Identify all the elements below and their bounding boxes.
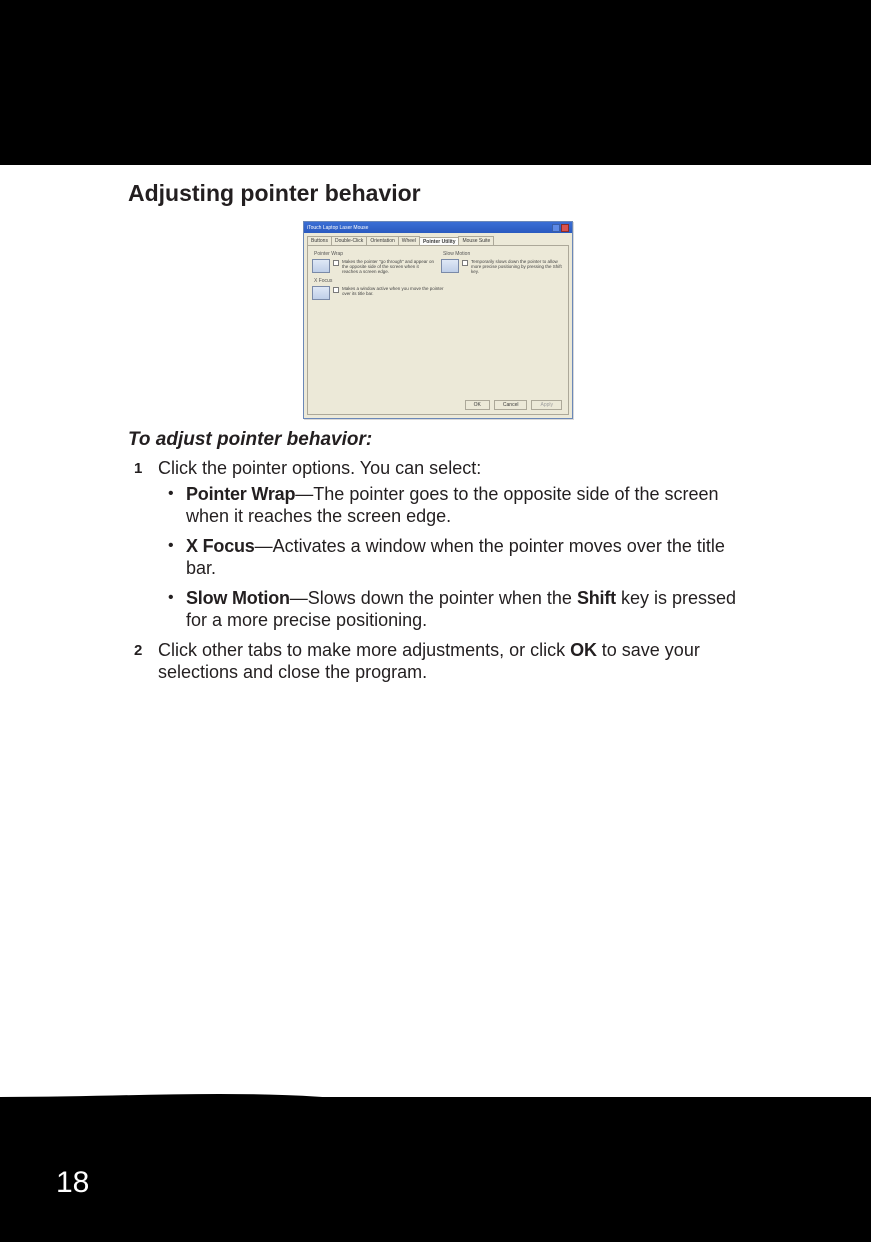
page-content: Adjusting pointer behavior iTouch Laptop…: [128, 180, 748, 691]
pointer-wrap-desc: Makes the pointer "go through" and appea…: [342, 259, 435, 274]
bullet-slow-motion: Slow Motion—Slows down the pointer when …: [158, 587, 748, 631]
section-title: Adjusting pointer behavior: [128, 180, 748, 207]
x-focus-icon: [312, 286, 330, 300]
cancel-button[interactable]: Cancel: [494, 400, 528, 410]
header-black-band: [0, 0, 871, 165]
bullet-pointer-wrap: Pointer Wrap—The pointer goes to the opp…: [158, 483, 748, 527]
tab-buttons[interactable]: Buttons: [307, 236, 332, 245]
step-1-text: Click the pointer options. You can selec…: [158, 458, 481, 478]
dialog-panel: Pointer Wrap Makes the pointer "go throu…: [307, 245, 569, 415]
step-1-bullets: Pointer Wrap—The pointer goes to the opp…: [158, 483, 748, 631]
x-focus-checkbox[interactable]: [333, 287, 339, 293]
tab-orientation[interactable]: Orientation: [366, 236, 398, 245]
desc-x-focus: —Activates a window when the pointer mov…: [186, 536, 725, 578]
step-1: Click the pointer options. You can selec…: [128, 457, 748, 631]
minimize-icon: [552, 224, 560, 232]
slow-motion-checkbox[interactable]: [462, 260, 468, 266]
term-pointer-wrap: Pointer Wrap: [186, 484, 295, 504]
pointer-wrap-checkbox[interactable]: [333, 260, 339, 266]
desc-slow-motion-pre: —Slows down the pointer when the: [290, 588, 577, 608]
step-2-pre: Click other tabs to make more adjustment…: [158, 640, 570, 660]
group-x-focus-label: X Focus: [314, 278, 564, 284]
slow-motion-desc: Temporarily slows down the pointer to al…: [471, 259, 564, 274]
steps-list: Click the pointer options. You can selec…: [128, 457, 748, 683]
dialog-screenshot: iTouch Laptop Laser Mouse Buttons Double…: [128, 221, 748, 419]
step-2: Click other tabs to make more adjustment…: [128, 639, 748, 683]
slow-motion-icon: [441, 259, 459, 273]
ok-button[interactable]: OK: [465, 400, 490, 410]
group-slow-motion-label: Slow Motion: [443, 251, 564, 257]
mouse-properties-dialog: iTouch Laptop Laser Mouse Buttons Double…: [303, 221, 573, 419]
x-focus-desc: Makes a window active when you move the …: [342, 286, 451, 296]
pointer-wrap-icon: [312, 259, 330, 273]
dialog-title: iTouch Laptop Laser Mouse: [307, 225, 368, 231]
footer-black-band: [0, 1097, 871, 1242]
term-slow-motion: Slow Motion: [186, 588, 290, 608]
tab-mouse-suite[interactable]: Mouse Suite: [458, 236, 494, 245]
page-number: 18: [56, 1166, 89, 1200]
key-ok: OK: [570, 640, 597, 660]
key-shift: Shift: [577, 588, 616, 608]
procedure-heading: To adjust pointer behavior:: [128, 429, 748, 451]
dialog-titlebar: iTouch Laptop Laser Mouse: [304, 222, 572, 233]
term-x-focus: X Focus: [186, 536, 255, 556]
tab-double-click[interactable]: Double-Click: [331, 236, 367, 245]
apply-button[interactable]: Apply: [531, 400, 562, 410]
dialog-tabs: Buttons Double-Click Orientation Wheel P…: [304, 233, 572, 245]
tab-wheel[interactable]: Wheel: [398, 236, 420, 245]
close-icon: [561, 224, 569, 232]
group-pointer-wrap-label: Pointer Wrap: [314, 251, 435, 257]
bullet-x-focus: X Focus—Activates a window when the poin…: [158, 535, 748, 579]
